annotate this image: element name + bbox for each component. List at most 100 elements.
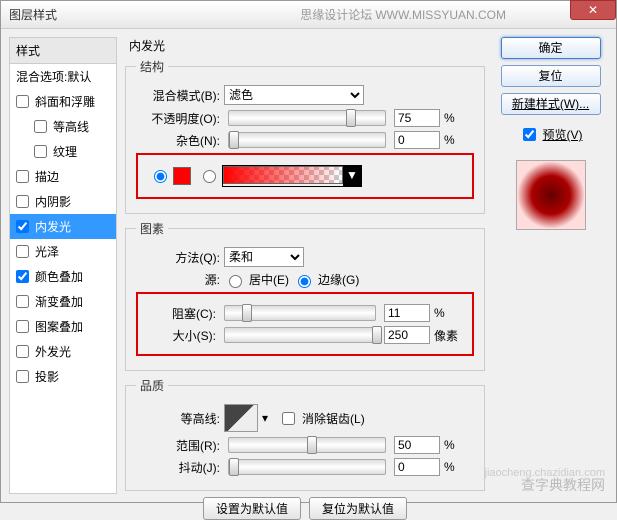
- sidebar-checkbox[interactable]: [16, 345, 29, 358]
- choke-slider[interactable]: [224, 305, 376, 321]
- size-highlight-box: 阻塞(C): % 大小(S): 像素: [136, 292, 474, 356]
- jitter-slider[interactable]: [228, 459, 386, 475]
- make-default-button[interactable]: 设置为默认值: [203, 497, 301, 520]
- sidebar-item-7[interactable]: 颜色叠加: [10, 264, 116, 289]
- sidebar-checkbox[interactable]: [16, 170, 29, 183]
- sidebar-item-11[interactable]: 投影: [10, 364, 116, 389]
- antialias-checkbox[interactable]: [282, 412, 295, 425]
- sidebar-checkbox[interactable]: [16, 95, 29, 108]
- noise-unit: %: [444, 133, 474, 147]
- sidebar-item-6[interactable]: 光泽: [10, 239, 116, 264]
- sidebar-item-1[interactable]: 等高线: [10, 114, 116, 139]
- reset-default-button[interactable]: 复位为默认值: [309, 497, 407, 520]
- quality-legend: 品质: [136, 377, 168, 394]
- right-panel: 确定 复位 新建样式(W)... 预览(V): [493, 37, 608, 494]
- contour-dropdown-icon[interactable]: ▾: [262, 411, 268, 425]
- preview-swatch: [516, 160, 586, 230]
- jitter-input[interactable]: [394, 458, 440, 476]
- technique-select[interactable]: 柔和: [224, 247, 304, 267]
- color-gradient-radio[interactable]: [203, 170, 216, 183]
- panel-title: 内发光: [125, 37, 485, 54]
- elements-legend: 图素: [136, 220, 168, 237]
- noise-label: 杂色(N):: [136, 132, 220, 149]
- sidebar-item-label: 投影: [35, 368, 59, 385]
- color-highlight-box: ▼: [136, 153, 474, 199]
- sidebar-item-label: 光泽: [35, 243, 59, 260]
- sidebar-item-4[interactable]: 内阴影: [10, 189, 116, 214]
- choke-input[interactable]: [384, 304, 430, 322]
- sidebar-checkbox[interactable]: [16, 220, 29, 233]
- sidebar-item-10[interactable]: 外发光: [10, 339, 116, 364]
- sidebar-item-8[interactable]: 渐变叠加: [10, 289, 116, 314]
- structure-group: 结构 混合模式(B): 滤色 不透明度(O): % 杂色(N):: [125, 58, 485, 214]
- close-button[interactable]: ✕: [570, 0, 616, 20]
- source-center-radio[interactable]: [229, 275, 242, 288]
- jitter-label: 抖动(J):: [136, 459, 220, 476]
- sidebar-item-label: 内发光: [35, 218, 71, 235]
- range-input[interactable]: [394, 436, 440, 454]
- sidebar-item-5[interactable]: 内发光: [10, 214, 116, 239]
- opacity-label: 不透明度(O):: [136, 110, 220, 127]
- ok-button[interactable]: 确定: [501, 37, 601, 59]
- contour-label: 等高线:: [136, 410, 220, 427]
- new-style-button[interactable]: 新建样式(W)...: [501, 93, 601, 115]
- sidebar-item-label: 描边: [35, 168, 59, 185]
- contour-picker[interactable]: [224, 404, 258, 432]
- sidebar-item-label: 等高线: [53, 118, 89, 135]
- sidebar-header: 样式: [10, 38, 116, 64]
- preview-label: 预览(V): [543, 126, 583, 143]
- titlebar-subtitle: 思缘设计论坛 WWW.MISSYUAN.COM: [300, 6, 506, 23]
- sidebar-item-label: 图案叠加: [35, 318, 83, 335]
- size-input[interactable]: [384, 326, 430, 344]
- sidebar-blending-options[interactable]: 混合选项:默认: [10, 64, 116, 89]
- opacity-input[interactable]: [394, 109, 440, 127]
- sidebar-item-label: 颜色叠加: [35, 268, 83, 285]
- sidebar-checkbox[interactable]: [16, 295, 29, 308]
- size-slider[interactable]: [224, 327, 376, 343]
- structure-legend: 结构: [136, 58, 168, 75]
- elements-group: 图素 方法(Q): 柔和 源: 居中(E) 边缘(G) 阻塞(C: [125, 220, 485, 371]
- source-center-label: 居中(E): [249, 271, 289, 288]
- jitter-unit: %: [444, 460, 474, 474]
- sidebar-checkbox[interactable]: [16, 195, 29, 208]
- sidebar-item-9[interactable]: 图案叠加: [10, 314, 116, 339]
- titlebar: 图层样式 思缘设计论坛 WWW.MISSYUAN.COM ✕: [1, 1, 616, 29]
- sidebar-checkbox[interactable]: [16, 245, 29, 258]
- window-title: 图层样式: [9, 6, 57, 23]
- sidebar-item-label: 纹理: [53, 143, 77, 160]
- choke-unit: %: [434, 306, 464, 320]
- range-label: 范围(R):: [136, 437, 220, 454]
- sidebar-checkbox[interactable]: [16, 270, 29, 283]
- sidebar-item-0[interactable]: 斜面和浮雕: [10, 89, 116, 114]
- sidebar-checkbox[interactable]: [16, 370, 29, 383]
- sidebar-checkbox[interactable]: [16, 320, 29, 333]
- effect-panel: 内发光 结构 混合模式(B): 滤色 不透明度(O): % 杂色(N):: [125, 37, 485, 494]
- cancel-button[interactable]: 复位: [501, 65, 601, 87]
- gradient-dropdown-icon[interactable]: ▼: [343, 166, 361, 186]
- opacity-slider[interactable]: [228, 110, 386, 126]
- sidebar-checkbox[interactable]: [34, 145, 47, 158]
- range-unit: %: [444, 438, 474, 452]
- sidebar-item-2[interactable]: 纹理: [10, 139, 116, 164]
- sidebar-item-label: 渐变叠加: [35, 293, 83, 310]
- size-unit: 像素: [434, 327, 464, 344]
- antialias-label: 消除锯齿(L): [302, 410, 365, 427]
- source-edge-label: 边缘(G): [318, 271, 359, 288]
- quality-group: 品质 等高线: ▾ 消除锯齿(L) 范围(R): %: [125, 377, 485, 491]
- sidebar-item-label: 外发光: [35, 343, 71, 360]
- range-slider[interactable]: [228, 437, 386, 453]
- noise-input[interactable]: [394, 131, 440, 149]
- sidebar-item-label: 斜面和浮雕: [35, 93, 95, 110]
- sidebar-item-3[interactable]: 描边: [10, 164, 116, 189]
- source-edge-radio[interactable]: [298, 275, 311, 288]
- color-swatch[interactable]: [173, 167, 191, 185]
- sidebar-checkbox[interactable]: [34, 120, 47, 133]
- noise-slider[interactable]: [228, 132, 386, 148]
- layer-style-dialog: 图层样式 思缘设计论坛 WWW.MISSYUAN.COM ✕ 样式 混合选项:默…: [0, 0, 617, 503]
- color-solid-radio[interactable]: [154, 170, 167, 183]
- blend-mode-select[interactable]: 滤色: [224, 85, 364, 105]
- styles-sidebar: 样式 混合选项:默认 斜面和浮雕等高线纹理描边内阴影内发光光泽颜色叠加渐变叠加图…: [9, 37, 117, 494]
- preview-checkbox[interactable]: [523, 128, 536, 141]
- gradient-preview[interactable]: [223, 166, 343, 184]
- technique-label: 方法(Q):: [136, 249, 220, 266]
